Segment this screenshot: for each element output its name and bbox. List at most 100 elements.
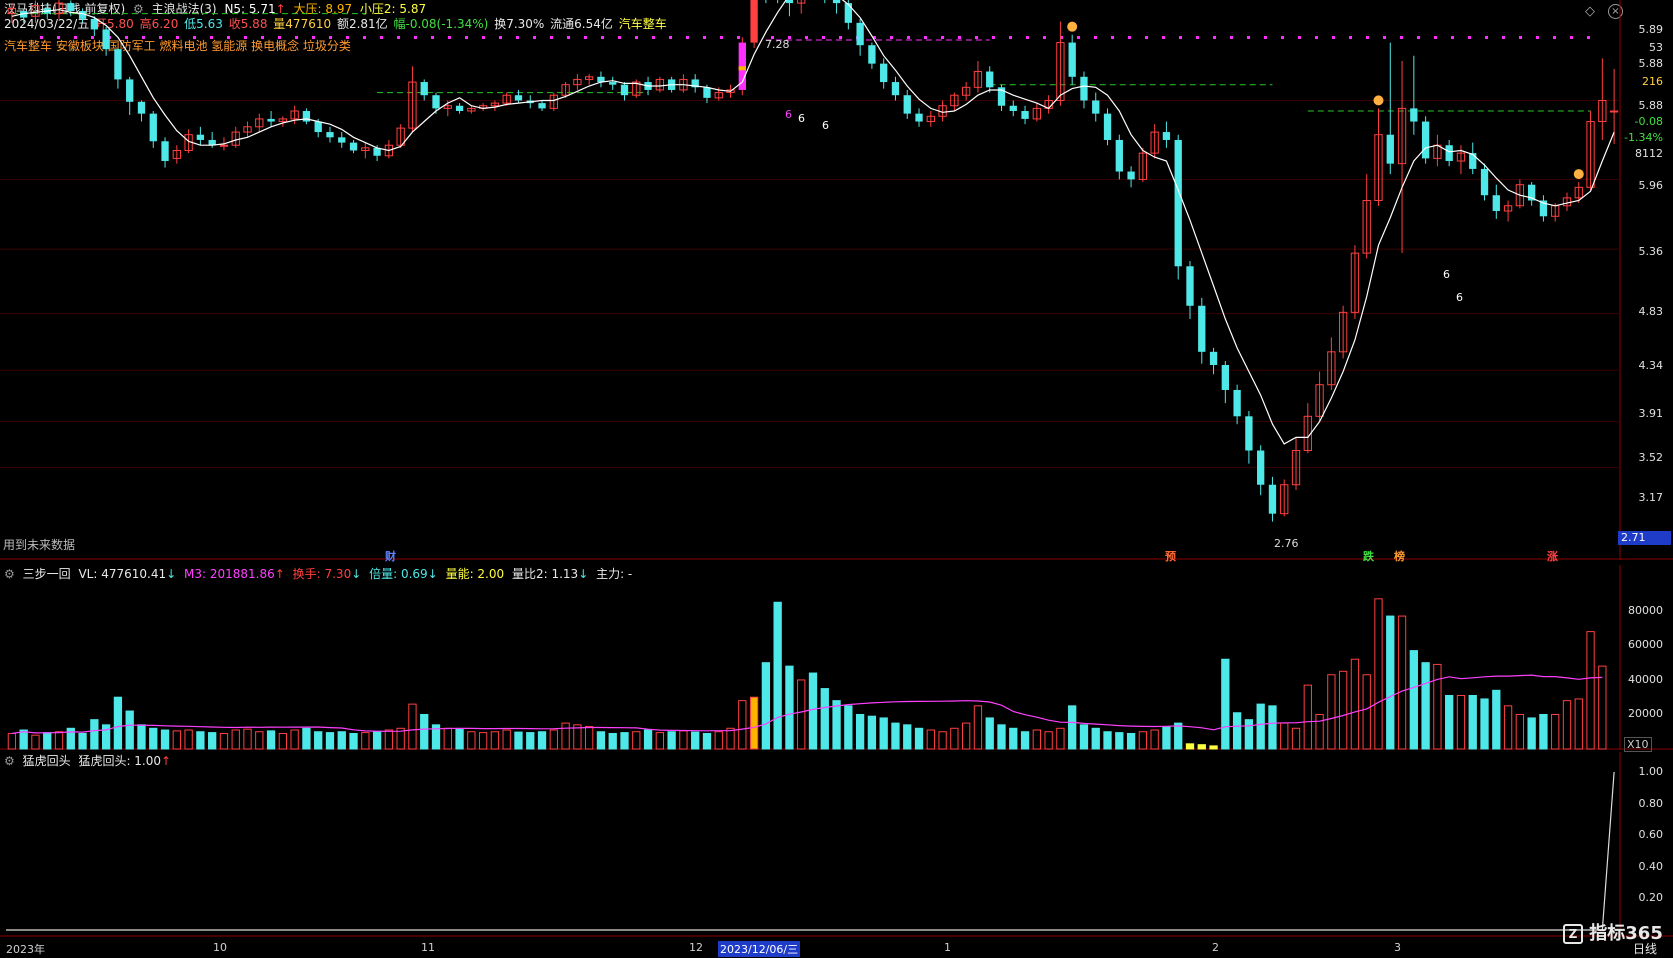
candle-body <box>1115 139 1123 172</box>
candle-body <box>1221 364 1229 390</box>
candle-body <box>785 0 794 4</box>
date-label: 10 <box>213 941 227 954</box>
volume-chart[interactable] <box>0 565 1673 750</box>
volume-bar <box>1480 698 1489 750</box>
high-price-label: 7.28 <box>765 38 790 51</box>
volume-bar <box>667 731 676 750</box>
volume-bar <box>231 729 240 750</box>
candle-body <box>1080 76 1088 101</box>
candle-body <box>1480 168 1489 196</box>
candle-body <box>903 95 911 114</box>
volume-bar <box>372 731 382 750</box>
dot-marker <box>1519 36 1522 39</box>
price-axis-label: 8112 <box>1635 147 1663 160</box>
marker-bang: 榜 <box>1394 550 1405 563</box>
volume-bar <box>1209 745 1218 750</box>
volume-bar <box>31 734 40 750</box>
candle-body <box>314 121 322 133</box>
volume-bar <box>1103 731 1112 750</box>
volume-bar <box>1174 722 1183 750</box>
dot-marker <box>1536 36 1539 39</box>
volume-bar <box>149 727 158 750</box>
dot-marker <box>1315 36 1318 39</box>
candle-body <box>1609 110 1619 113</box>
dot-marker <box>74 36 77 39</box>
count-label: 6 <box>785 108 792 121</box>
volume-bar <box>1515 713 1525 750</box>
volume-bar <box>101 724 111 750</box>
volume-bar <box>867 715 877 750</box>
candle-body <box>1198 305 1206 352</box>
volume-bar <box>620 732 629 750</box>
date-label: 2 <box>1212 941 1219 954</box>
volume-bar <box>113 696 123 750</box>
marker-die: 跌 <box>1363 550 1374 563</box>
dot-marker <box>720 36 723 39</box>
candle-body <box>1268 484 1277 514</box>
volume-bar <box>785 665 794 750</box>
count-label: 6 <box>1443 268 1450 281</box>
volume-bar <box>962 722 971 750</box>
flame-icon <box>1067 21 1078 32</box>
volume-bar <box>1527 717 1536 750</box>
future-data-note: 用到未来数据 <box>3 538 76 552</box>
dot-marker <box>1128 36 1131 39</box>
volume-bar <box>1091 727 1100 750</box>
volume-bar <box>1162 726 1171 750</box>
price-axis-label: 4.83 <box>1638 305 1664 318</box>
volume-bar <box>302 727 311 750</box>
dot-marker <box>1485 36 1488 39</box>
dot-marker <box>635 36 638 39</box>
volume-bar <box>1221 658 1230 750</box>
dot-marker <box>703 36 706 39</box>
dot-marker <box>1026 36 1029 39</box>
volume-bar <box>1503 705 1513 750</box>
volume-bar <box>90 719 99 750</box>
dot-marker <box>1366 36 1369 39</box>
dot-marker <box>533 36 536 39</box>
count-label: 6 <box>822 119 829 132</box>
volume-bar <box>1562 700 1572 750</box>
volume-bar <box>1374 598 1383 750</box>
dot-marker <box>550 36 553 39</box>
volume-bar <box>903 724 912 750</box>
volume-bar <box>985 717 994 750</box>
candle-body <box>196 134 205 140</box>
dot-marker <box>499 36 502 39</box>
volume-bar <box>1150 729 1159 750</box>
current-price-badge: 2.71 <box>1618 531 1671 545</box>
dot-marker <box>924 36 927 39</box>
period-label[interactable]: 日线 <box>1633 940 1657 957</box>
dot-marker <box>805 36 808 39</box>
candle-body <box>432 95 440 109</box>
volume-bar <box>1197 744 1206 750</box>
price-chart[interactable] <box>0 0 1673 560</box>
dot-marker <box>1587 36 1590 39</box>
volume-bar <box>314 731 323 750</box>
volume-bar <box>1551 713 1560 750</box>
volume-bar <box>78 732 87 750</box>
candle-body <box>620 84 629 96</box>
volume-axis-label: 40000 <box>1628 672 1663 686</box>
volume-bar <box>1350 658 1360 750</box>
indicator-chart[interactable] <box>0 752 1673 937</box>
dot-marker <box>244 36 247 39</box>
dot-marker <box>210 36 213 39</box>
volume-bar <box>655 732 664 750</box>
dot-marker <box>516 36 519 39</box>
dot-marker <box>40 36 43 39</box>
dot-marker <box>329 36 332 39</box>
volume-unit: X10 <box>1624 737 1652 752</box>
volume-bar <box>1280 722 1289 750</box>
volume-bar <box>408 703 417 750</box>
dot-marker <box>1162 36 1165 39</box>
candle-body <box>703 87 711 98</box>
candle-body <box>1174 139 1182 267</box>
volume-bar <box>1232 712 1242 750</box>
dot-marker <box>1281 36 1284 39</box>
dot-marker <box>890 36 893 39</box>
volume-bar <box>973 705 983 750</box>
price-axis-label: 5.88 <box>1638 99 1664 112</box>
volume-bar <box>585 726 594 750</box>
dot-marker <box>1179 36 1182 39</box>
